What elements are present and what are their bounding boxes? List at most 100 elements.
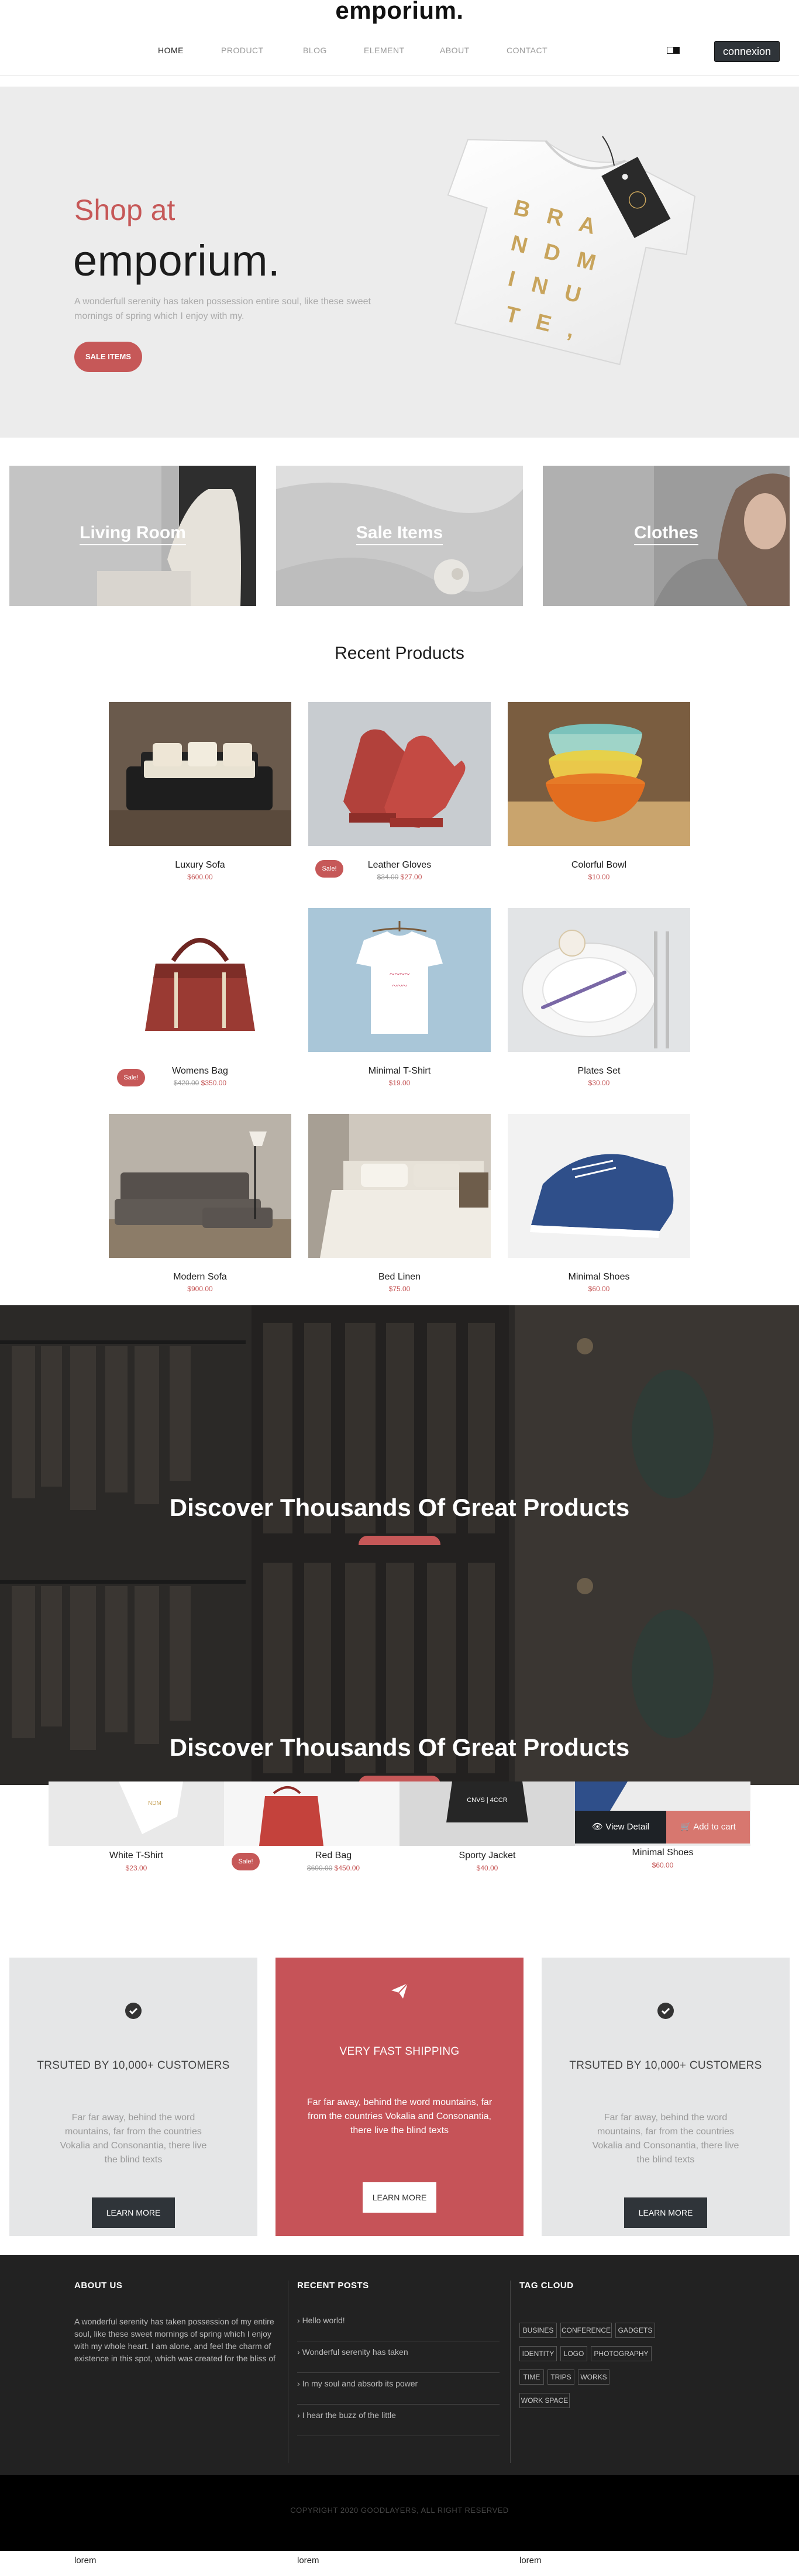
login-button[interactable]: connexion: [714, 41, 780, 62]
footer-post-link[interactable]: › Wonderful serenity has taken: [297, 2341, 500, 2373]
eye-icon: 👁: [592, 1822, 604, 1832]
footer-divider: [510, 2281, 511, 2463]
carousel-product-name[interactable]: Sporty Jacket: [399, 1851, 575, 1861]
tag-link[interactable]: LOGO: [560, 2346, 587, 2361]
feature-title: VERY FAST SHIPPING: [339, 2045, 460, 2058]
product-price: $75.00: [308, 1285, 491, 1293]
banner-button[interactable]: [359, 1536, 440, 1545]
tag-link[interactable]: PHOTOGRAPHY: [591, 2346, 652, 2361]
learn-more-button[interactable]: LEARN MORE: [92, 2197, 175, 2228]
tag-link[interactable]: IDENTITY: [519, 2346, 557, 2361]
hero-section: Shop at emporium. A wonderfull serenity …: [0, 87, 799, 438]
product-price: $600.00: [109, 873, 291, 881]
tag-link[interactable]: WORK SPACE: [519, 2393, 570, 2408]
white-tshirt-image: NDM: [49, 1781, 224, 1846]
product-name[interactable]: Luxury Sofa: [109, 860, 291, 871]
paper-plane-icon: [275, 1982, 524, 2004]
feature-card-trusted: TRSUTED BY 10,000+ CUSTOMERS Far far awa…: [9, 1958, 257, 2236]
nav-product[interactable]: PRODUCT: [221, 46, 264, 55]
feature-card-shipping: VERY FAST SHIPPING Far far away, behind …: [275, 1958, 524, 2236]
carousel-item[interactable]: CNVS | 4CCR: [399, 1781, 575, 1846]
cart-icon: 🛒: [680, 1822, 691, 1832]
category-sale-items[interactable]: Sale Items: [276, 466, 523, 606]
product-name[interactable]: Plates Set: [508, 1066, 690, 1077]
nav-about[interactable]: ABOUT: [440, 46, 470, 55]
footer-post-link[interactable]: › Hello world!: [297, 2310, 500, 2341]
carousel-product-name[interactable]: Red Bag: [246, 1851, 421, 1861]
product-price-value: $23.00: [125, 1864, 147, 1872]
view-detail-button[interactable]: 👁 View Detail: [575, 1811, 666, 1844]
tag-link[interactable]: TIME: [519, 2369, 544, 2385]
product-name[interactable]: Leather Gloves: [308, 860, 491, 871]
product-price-value: $27.00: [400, 873, 422, 881]
product-name[interactable]: Bed Linen: [308, 1272, 491, 1282]
tag-link[interactable]: TRIPS: [547, 2369, 574, 2385]
learn-more-button[interactable]: LEARN MORE: [363, 2182, 436, 2213]
nav-blog[interactable]: BLOG: [303, 46, 327, 55]
product-price-value: $60.00: [652, 1861, 674, 1869]
leather-gloves-image: [308, 702, 491, 846]
jacket-print: CNVS | 4CCR: [467, 1797, 508, 1804]
carousel-product-name[interactable]: White T-Shirt: [49, 1851, 224, 1861]
nav-home[interactable]: HOME: [158, 46, 184, 55]
bottom-label: lorem: [519, 2556, 542, 2565]
hero-title: emporium.: [73, 236, 281, 285]
category-living-room[interactable]: Living Room: [9, 466, 256, 606]
carousel-item[interactable]: [224, 1781, 399, 1846]
learn-more-button[interactable]: LEARN MORE: [624, 2197, 707, 2228]
product-price: $34.00 $27.00: [308, 873, 491, 881]
minimal-shoes-image: [508, 1114, 690, 1258]
footer-about-title: ABOUT US: [74, 2281, 123, 2290]
carousel-product-price: $600.00 $450.00: [246, 1864, 421, 1872]
promo-banner: Discover Thousands Of Great Products: [0, 1545, 799, 1785]
tag-link[interactable]: CONFERENCE: [560, 2323, 612, 2338]
womens-bag-image: [109, 908, 291, 1052]
svg-text:NDM: NDM: [148, 1800, 161, 1807]
banner-title: Discover Thousands Of Great Products: [169, 1734, 630, 1761]
add-to-cart-label: Add to cart: [693, 1822, 736, 1832]
carousel-item[interactable]: NDM: [49, 1781, 224, 1846]
product-price-value: $40.00: [476, 1864, 498, 1872]
product-name[interactable]: Colorful Bowl: [508, 860, 690, 871]
tag-link[interactable]: GADGETS: [615, 2323, 655, 2338]
product-price-value: $10.00: [588, 873, 610, 881]
svg-text:~~~: ~~~: [392, 981, 407, 991]
svg-text:~~~~: ~~~~: [390, 969, 410, 979]
red-bag-image: [224, 1781, 399, 1846]
feature-card-trusted: TRSUTED BY 10,000+ CUSTOMERS Far far awa…: [542, 1958, 790, 2236]
carousel-product-price: $60.00: [575, 1861, 750, 1869]
tag-link[interactable]: BUSINES: [519, 2323, 557, 2338]
carousel-product-price: $23.00: [49, 1864, 224, 1872]
view-detail-label: View Detail: [605, 1822, 649, 1832]
recent-products-title: Recent Products: [335, 644, 464, 663]
nav-element[interactable]: ELEMENT: [364, 46, 405, 55]
modern-sofa-image: [109, 1114, 291, 1258]
footer-posts-title: RECENT POSTS: [297, 2281, 369, 2290]
add-to-cart-button[interactable]: 🛒 Add to cart: [666, 1811, 750, 1844]
category-clothes[interactable]: Clothes: [543, 466, 790, 606]
carousel-product-name[interactable]: Minimal Shoes: [575, 1848, 750, 1858]
nav-contact[interactable]: CONTACT: [507, 46, 547, 55]
hero-pre-title: Shop at: [74, 194, 175, 226]
product-name[interactable]: Minimal T-Shirt: [308, 1066, 491, 1077]
footer-post-link[interactable]: › In my soul and absorb its power: [297, 2373, 500, 2405]
site-logo[interactable]: emporium.: [0, 0, 799, 25]
sale-items-button[interactable]: SALE ITEMS: [74, 342, 142, 372]
product-old-price: $34.00: [377, 873, 399, 881]
post-title: In my soul and absorb its power: [302, 2379, 418, 2388]
category-label: Living Room: [80, 523, 186, 545]
product-name[interactable]: Minimal Shoes: [508, 1272, 690, 1282]
footer-about-text: A wonderful serenity has taken possessio…: [74, 2317, 275, 2363]
product-price: $60.00: [508, 1285, 690, 1293]
product-name[interactable]: Modern Sofa: [109, 1272, 291, 1282]
tag-link[interactable]: WORKS: [578, 2369, 609, 2385]
product-price-value: $75.00: [388, 1285, 411, 1293]
category-label: Sale Items: [356, 523, 443, 545]
product-name[interactable]: Womens Bag: [109, 1066, 291, 1077]
site-header: emporium. HOME PRODUCT BLOG ELEMENT ABOU…: [0, 0, 799, 76]
post-title: Wonderful serenity has taken: [302, 2347, 408, 2357]
footer-post-link[interactable]: › I hear the buzz of the little: [297, 2405, 500, 2436]
copyright-text: COPYRIGHT 2020 GOODLAYERS, ALL RIGHT RES…: [290, 2506, 509, 2515]
bed-linen-image: [308, 1114, 491, 1258]
theme-toggle-icon[interactable]: [667, 47, 680, 54]
